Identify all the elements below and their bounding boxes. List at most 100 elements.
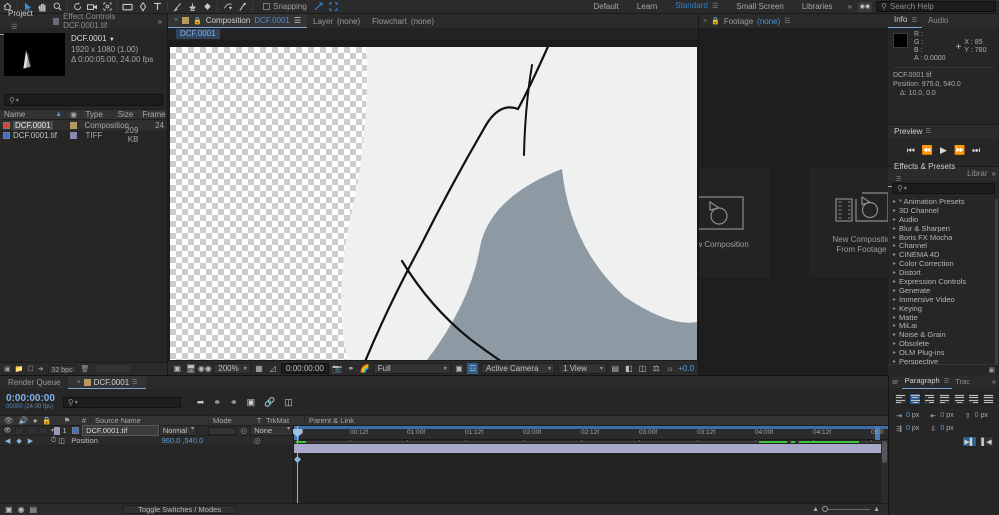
effect-category[interactable]: ▸ * Animation Presets <box>888 197 999 206</box>
effect-category[interactable]: ▸ Boris FX Mocha <box>888 233 999 242</box>
effect-category[interactable]: ▸ Matte <box>888 313 999 322</box>
interpret-footage-icon[interactable]: ▣ <box>4 365 11 373</box>
tab-paragraph[interactable]: Paragraph ☰ <box>901 375 953 389</box>
resolution-select[interactable]: Full <box>372 362 451 374</box>
tab-info[interactable]: Info ☰ <box>888 14 922 28</box>
align-center-icon[interactable] <box>908 393 922 405</box>
effect-category[interactable]: ▸ Expression Controls <box>888 277 999 286</box>
close-icon[interactable]: × <box>703 18 707 25</box>
workspace-standard[interactable]: Standard ☰ <box>666 0 727 14</box>
add-keyframe-icon[interactable]: ◆ <box>16 437 21 445</box>
timeline-property-row[interactable]: ◀ ◆ ▶ ⏱ ◫ Position 960.0 ,540.0 ◎ <box>0 436 293 446</box>
timeline-layer-row[interactable]: 👁 ▾ 1 DCF.0001.tif Normal ▾ ◎ None ▾ <box>0 425 293 436</box>
frame-blending-icon[interactable]: ▣ <box>247 397 256 408</box>
first-frame-button[interactable]: ⏮ <box>907 145 915 156</box>
footage-panel-menu-icon[interactable]: ☰ <box>784 17 790 25</box>
previous-frame-button[interactable]: ⏪ <box>922 145 933 156</box>
show-snapshot-icon[interactable]: ⚭ <box>345 363 356 374</box>
chevron-right-icon[interactable]: ▸ <box>893 331 896 338</box>
chevron-right-icon[interactable]: ▸ <box>893 260 896 267</box>
zoom-slider-knob[interactable] <box>822 506 829 512</box>
timeline-icon[interactable]: ◫ <box>637 363 648 374</box>
chevron-right-icon[interactable]: ▸ <box>893 296 896 303</box>
effect-category[interactable]: ▸ Keying <box>888 304 999 313</box>
chevron-right-icon[interactable]: ▸ <box>893 234 896 241</box>
track-matte-cell[interactable] <box>207 426 237 435</box>
account-badge-icon[interactable]: ◉◉ <box>858 1 872 12</box>
project-row-name[interactable]: DCF.0001 <box>13 120 53 130</box>
tab-render-queue[interactable]: Render Queue <box>0 378 68 387</box>
delete-icon[interactable]: 🗑 <box>81 365 90 373</box>
effects-panel-menu-icon[interactable]: ☰ <box>896 177 901 183</box>
snapping-checkbox[interactable] <box>263 3 270 10</box>
workspace-default[interactable]: Default <box>584 0 627 14</box>
region-interest-icon[interactable]: ▣ <box>454 363 465 374</box>
column-header-type[interactable]: Type <box>81 109 114 120</box>
justify-all-icon[interactable] <box>982 393 996 405</box>
chevron-right-icon[interactable]: ▸ <box>893 349 896 356</box>
space-before-paragraph-value[interactable]: 0 <box>975 412 979 419</box>
chevron-right-icon[interactable]: ▸ <box>893 314 896 321</box>
tab-tracker[interactable]: Trac <box>952 377 973 386</box>
zoom-out-icon[interactable]: ▲ <box>812 506 819 513</box>
project-row-name[interactable]: DCF.0001.tif <box>13 131 57 140</box>
project-settings-icon[interactable]: ➜ <box>38 365 44 373</box>
effect-category[interactable]: ▸ OLM Plug-ins <box>888 348 999 357</box>
search-dropdown-icon[interactable]: ▾ <box>16 97 19 104</box>
layer-switches-icon[interactable]: ▣ <box>5 505 13 514</box>
effects-overflow-icon[interactable]: » <box>992 169 999 178</box>
chevron-right-icon[interactable]: ▸ <box>893 269 896 276</box>
video-toggle-icon[interactable]: 👁 <box>3 426 12 435</box>
effect-category[interactable]: ▸ Audio <box>888 215 999 224</box>
effect-category[interactable]: ▸ MiLai <box>888 321 999 330</box>
draft-3d-icon[interactable]: ⚭ <box>213 397 221 408</box>
lock-toggle-icon[interactable] <box>39 426 48 435</box>
indent-right-margin-value[interactable]: 0 <box>940 412 944 419</box>
chevron-right-icon[interactable]: ▸ <box>893 242 896 249</box>
chevron-right-icon[interactable]: ▸ <box>893 207 896 214</box>
tab-flowchart[interactable]: Flowchart (none) <box>366 14 440 28</box>
current-time-display[interactable]: 0:00:00:00 <box>281 362 329 374</box>
new-animation-preset-icon[interactable]: ▣ <box>988 366 995 374</box>
chevron-right-icon[interactable]: ▸ <box>893 216 896 223</box>
timeline-search-input[interactable]: ⚲ ▾ <box>62 396 181 408</box>
grid-guides-icon[interactable]: ▦ <box>254 363 265 374</box>
bit-depth-button[interactable]: 32 bpc <box>47 364 77 374</box>
project-item-dropdown-icon[interactable]: ▼ <box>109 37 115 43</box>
space-before-paragraph-field[interactable]: ⇧ 0 px <box>963 411 995 420</box>
indent-right-margin-field[interactable]: ⇤ 0 px <box>928 411 960 420</box>
hide-shy-layers-icon[interactable]: ⚭ <box>230 397 238 408</box>
workspace-libraries[interactable]: Libraries <box>793 0 842 14</box>
timeline-track-area[interactable]: 0f 00:12f 01:00f 01:12f 02:00f 02:12f 03… <box>293 426 888 505</box>
layer-source-name[interactable]: DCF.0001.tif <box>69 425 159 436</box>
zoom-level-select[interactable]: 200% <box>213 362 251 374</box>
solo-toggle-icon[interactable] <box>27 426 36 435</box>
chevron-right-icon[interactable]: ▸ <box>893 287 896 294</box>
sort-ascending-icon[interactable]: ▲ <box>55 109 62 120</box>
tab-composition[interactable]: × 🔒 Composition DCF.0001 ☰ <box>168 14 308 28</box>
search-help-field[interactable]: ⚲ Search Help <box>876 1 996 12</box>
effect-category[interactable]: ▸ Channel <box>888 241 999 250</box>
new-composition-card[interactable]: New Composition <box>699 168 770 278</box>
tab-layer[interactable]: Layer (none) <box>307 14 366 28</box>
project-search-input[interactable]: ⚲ ▾ <box>4 94 163 106</box>
effect-category[interactable]: ▸ Obsolete <box>888 339 999 348</box>
layer-track-area[interactable] <box>293 441 888 505</box>
render-toggle-icon[interactable]: ◉◉ <box>198 363 212 374</box>
chevron-right-icon[interactable]: ▸ <box>893 340 896 347</box>
snapping-control[interactable]: Snapping <box>263 2 307 11</box>
zoom-in-icon[interactable]: ▲ <box>873 506 880 513</box>
space-after-paragraph-field[interactable]: ⇩ 0 px <box>928 424 960 433</box>
keyframe-marker[interactable] <box>293 455 302 464</box>
justify-last-left-icon[interactable] <box>938 393 951 405</box>
effect-category[interactable]: ▸ Distort <box>888 268 999 277</box>
indent-left-margin-field[interactable]: ⇥ 0 px <box>894 411 926 420</box>
chevron-right-icon[interactable]: ▸ <box>893 198 896 205</box>
property-value[interactable]: 960.0 ,540.0 <box>162 436 230 445</box>
scrollbar-thumb[interactable] <box>882 441 887 463</box>
effects-search-input[interactable]: ⚲ ▾ <box>892 183 995 194</box>
new-folder-icon[interactable]: 📁 <box>15 365 24 373</box>
composition-canvas[interactable] <box>170 47 697 360</box>
views-select[interactable]: 1 View <box>558 362 607 374</box>
last-frame-button[interactable]: ⏭ <box>972 145 980 156</box>
